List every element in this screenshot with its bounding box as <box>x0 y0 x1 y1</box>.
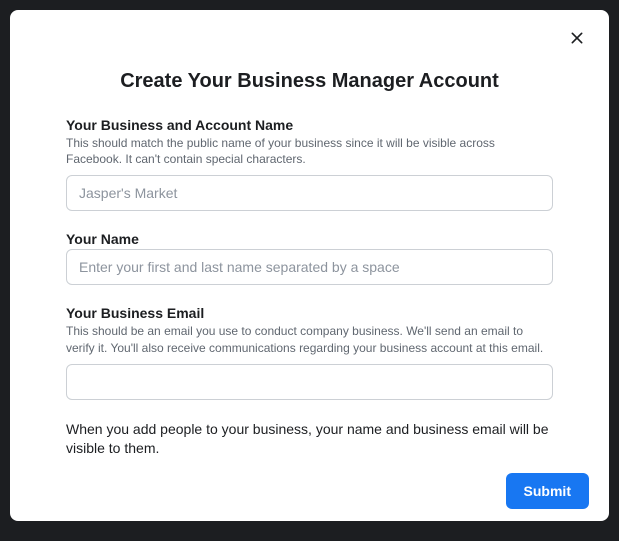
modal-content: Your Business and Account Name This shou… <box>10 117 609 459</box>
your-name-group: Your Name <box>66 231 553 285</box>
submit-button[interactable]: Submit <box>506 473 589 509</box>
business-name-label: Your Business and Account Name <box>66 117 553 133</box>
business-email-group: Your Business Email This should be an em… <box>66 305 553 399</box>
business-name-input[interactable] <box>66 175 553 211</box>
business-name-group: Your Business and Account Name This shou… <box>66 117 553 211</box>
close-icon[interactable] <box>565 26 589 50</box>
business-email-description: This should be an email you use to condu… <box>66 323 553 355</box>
modal-title: Create Your Business Manager Account <box>10 10 609 117</box>
business-email-label: Your Business Email <box>66 305 553 321</box>
business-email-input[interactable] <box>66 364 553 400</box>
your-name-label: Your Name <box>66 231 553 247</box>
your-name-input[interactable] <box>66 249 553 285</box>
create-business-manager-modal: Create Your Business Manager Account You… <box>10 10 609 521</box>
business-name-description: This should match the public name of you… <box>66 135 553 167</box>
visibility-notice: When you add people to your business, yo… <box>66 420 553 459</box>
